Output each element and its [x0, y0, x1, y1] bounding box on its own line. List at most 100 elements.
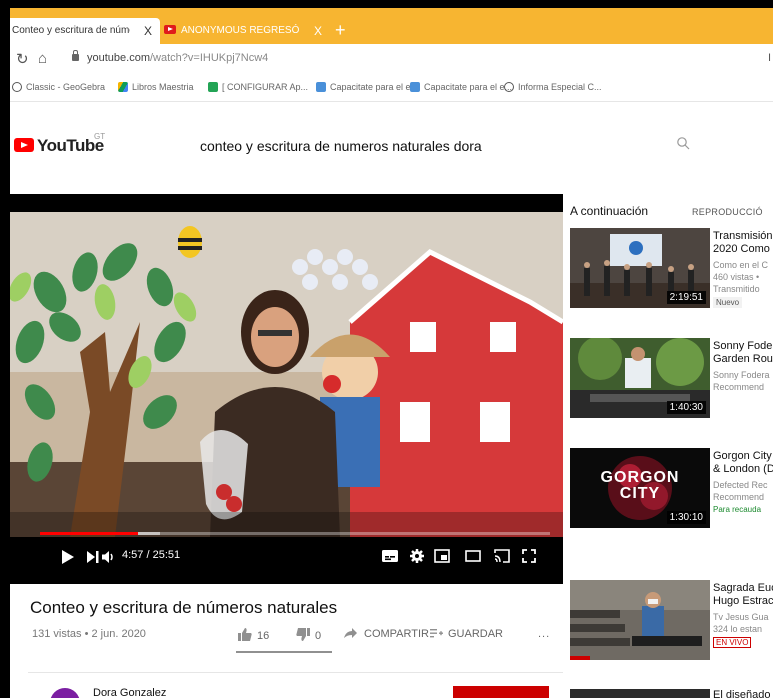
tab-title: ANONYMOUS REGRESÓ, SU ME	[181, 25, 299, 36]
video-thumbnail[interactable]: GORGON CITY 1:30:10	[570, 448, 710, 528]
doc-icon	[410, 82, 420, 92]
video-player[interactable]: 4:57 / 25:51	[10, 194, 563, 584]
share-icon	[344, 628, 357, 638]
address-bar: ↻ ⌂ youtube.com/watch?v=IHUKpj7Ncw4 I	[10, 44, 773, 74]
share-button[interactable]: COMPARTIR	[344, 628, 429, 640]
fundraiser-label: Para recauda	[713, 505, 762, 514]
video-frame[interactable]	[10, 212, 563, 537]
time-display: 4:57 / 25:51	[122, 549, 181, 561]
thumbnail-text: CITY	[619, 485, 661, 502]
play-icon[interactable]	[62, 550, 74, 564]
save-label: GUARDAR	[448, 628, 504, 640]
geogebra-icon	[12, 82, 22, 92]
recommendation-item[interactable]: Sagrada Euc Hugo Estrac Tv Jesus Gua 324 …	[570, 580, 773, 668]
url-field[interactable]: youtube.com/watch?v=IHUKpj7Ncw4	[72, 50, 269, 64]
video-thumbnail[interactable]	[570, 689, 710, 698]
recommendation-channel: Como en el C	[713, 260, 769, 270]
recommendation-viewers: 324 lo estan	[713, 624, 763, 634]
youtube-favicon-icon	[164, 25, 176, 34]
divider	[28, 672, 563, 673]
more-actions-icon[interactable]: ...	[538, 628, 550, 640]
next-icon[interactable]	[87, 551, 99, 563]
volume-icon[interactable]	[102, 550, 116, 564]
bookmarks-bar: Classic - GeoGebra Libros Maestria [ CON…	[10, 74, 773, 102]
played-bar	[40, 532, 138, 535]
video-views-date: 131 vistas • 2 jun. 2020	[32, 628, 146, 640]
url-host: youtube.com	[87, 52, 150, 64]
video-thumbnail[interactable]	[570, 580, 710, 660]
duration-badge: 1:30:10	[666, 511, 706, 524]
recommendation-channel: Defected Rec	[713, 480, 768, 490]
player-controls: 4:57 / 25:51	[10, 536, 563, 574]
subtitles-icon[interactable]	[382, 550, 398, 562]
recommendation-title[interactable]: Gorgon City & London (D	[713, 450, 773, 476]
recommendation-item[interactable]: 1:40:30 Sonny Fode Garden Rou Sonny Foder…	[570, 338, 773, 426]
autoplay-label[interactable]: REPRODUCCIÓ	[692, 207, 763, 217]
tab-conteo[interactable]: Conteo y escritura de núme X	[10, 18, 160, 44]
close-tab-icon[interactable]: X	[144, 18, 152, 44]
duration-badge: 1:40:30	[666, 401, 706, 414]
subscribe-button[interactable]	[453, 686, 549, 698]
dislike-button[interactable]: 0	[296, 628, 321, 642]
search-icon[interactable]	[676, 136, 690, 150]
recommendation-title[interactable]: El diseñado	[713, 689, 771, 698]
duration-badge: 2:19:51	[666, 291, 706, 304]
fullscreen-icon[interactable]	[522, 549, 536, 563]
app-icon	[208, 82, 218, 92]
up-next-heading: A continuación	[570, 204, 649, 218]
recommendation-channel: Sonny Fodera	[713, 370, 770, 380]
progress-bar[interactable]	[40, 532, 550, 535]
recommendation-reason: Recommend	[713, 492, 765, 502]
channel-name[interactable]: Dora Gonzalez	[93, 687, 166, 698]
recommendation-title[interactable]: Sonny Fode Garden Rou	[713, 340, 773, 366]
toolbar-edge-icon: I	[767, 52, 771, 64]
playlist-add-icon	[430, 629, 443, 638]
tab-anonymous[interactable]: ANONYMOUS REGRESÓ, SU ME X	[162, 18, 332, 44]
cast-icon[interactable]	[494, 549, 510, 563]
dislike-count: 0	[315, 630, 322, 642]
bookmark-configurar[interactable]: [ CONFIGURAR Ap...	[208, 82, 308, 92]
bookmark-informa[interactable]: Informa Especial C...	[504, 82, 602, 92]
tab-strip: Conteo y escritura de núme X ANONYMOUS R…	[10, 8, 773, 44]
search-input[interactable]: conteo y escritura de numeros naturales …	[200, 138, 482, 154]
url-path: /watch?v=IHUKpj7Ncw4	[149, 52, 269, 64]
country-code: GT	[94, 132, 106, 141]
recommendation-item[interactable]: GORGON CITY 1:30:10 Gorgon City & London …	[570, 448, 773, 536]
lock-icon	[72, 50, 79, 61]
settings-icon[interactable]	[410, 549, 424, 563]
miniplayer-icon[interactable]	[434, 549, 450, 563]
recommendation-title[interactable]: Sagrada Euc Hugo Estrac	[713, 582, 773, 608]
save-button[interactable]: GUARDAR	[430, 628, 503, 640]
youtube-play-icon	[14, 138, 34, 152]
like-button[interactable]: 16	[238, 628, 269, 642]
bookmark-geogebra[interactable]: Classic - GeoGebra	[12, 82, 105, 92]
reload-icon[interactable]: ↻	[16, 50, 29, 68]
avatar[interactable]: D	[50, 688, 80, 698]
doc-icon	[316, 82, 326, 92]
recommendation-title[interactable]: Transmisión 2020 Como	[713, 230, 773, 256]
sentiment-bar	[236, 651, 332, 653]
thumbnail-text: GORGON	[600, 469, 680, 486]
new-badge: Nuevo	[713, 297, 743, 308]
thumbs-down-icon	[296, 628, 310, 641]
home-icon[interactable]: ⌂	[38, 50, 47, 67]
drive-icon	[118, 82, 128, 92]
recommendation-item[interactable]: 2:19:51 Transmisión 2020 Como Como en el …	[570, 228, 773, 316]
browser-window: Conteo y escritura de núme X ANONYMOUS R…	[10, 8, 773, 698]
recommendation-views: 460 vistas •	[713, 272, 760, 282]
video-thumbnail[interactable]: 2:19:51	[570, 228, 710, 308]
bookmark-capacitate-1[interactable]: Capacitate para el e...	[316, 82, 418, 92]
bookmark-capacitate-2[interactable]: Capacitate para el e...	[410, 82, 512, 92]
theater-mode-icon[interactable]	[465, 550, 481, 562]
video-title: Conteo y escritura de números naturales	[30, 598, 338, 617]
tab-title: Conteo y escritura de núme	[12, 25, 130, 36]
bookmark-libros[interactable]: Libros Maestria	[118, 82, 194, 92]
thumbs-up-icon	[238, 628, 252, 641]
new-tab-button[interactable]: +	[335, 20, 346, 40]
share-label: COMPARTIR	[364, 628, 429, 640]
close-tab-icon[interactable]: X	[314, 18, 322, 44]
recommendation-reason: Recommend	[713, 382, 765, 392]
like-ratio-fill	[236, 651, 332, 653]
video-thumbnail[interactable]: 1:40:30	[570, 338, 710, 418]
recommendation-streamed: Transmitido	[713, 284, 760, 294]
